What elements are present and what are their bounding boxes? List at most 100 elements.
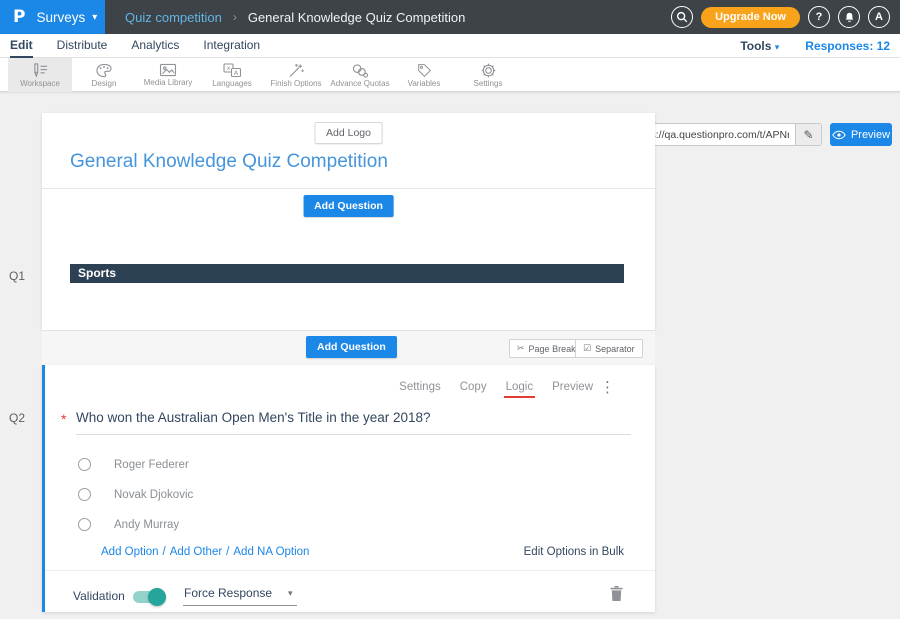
toolbar-item-label: Languages bbox=[212, 79, 252, 88]
toolbar-item-label: Workspace bbox=[20, 79, 60, 88]
separator-button[interactable]: ☑ Separator bbox=[575, 339, 643, 358]
eye-icon bbox=[832, 130, 846, 140]
answer-option-row[interactable]: Andy Murray bbox=[78, 518, 179, 531]
trash-icon bbox=[610, 586, 623, 601]
preview-label: Preview bbox=[851, 129, 890, 141]
help-button[interactable]: ? bbox=[808, 6, 830, 28]
tab-analytics[interactable]: Analytics bbox=[131, 34, 179, 58]
breadcrumb-parent-link[interactable]: Quiz competition bbox=[125, 10, 222, 25]
tag-icon bbox=[416, 63, 433, 78]
toggle-knob bbox=[148, 588, 166, 606]
bell-icon bbox=[843, 11, 856, 24]
toolbar-item-languages[interactable]: xA Languages bbox=[200, 58, 264, 92]
notifications-button[interactable] bbox=[838, 6, 860, 28]
add-na-option-link[interactable]: Add NA Option bbox=[233, 546, 309, 558]
validation-toggle[interactable] bbox=[133, 591, 164, 603]
image-icon bbox=[159, 63, 177, 77]
breadcrumb-separator-icon: › bbox=[233, 10, 237, 24]
add-option-link[interactable]: Add Option bbox=[101, 546, 159, 558]
edit-options-in-bulk-link[interactable]: Edit Options in Bulk bbox=[524, 546, 624, 558]
add-question-button-middle[interactable]: Add Question bbox=[306, 336, 397, 358]
breadcrumb: Quiz competition › General Knowledge Qui… bbox=[125, 0, 465, 34]
toolbar-item-label: Finish Options bbox=[270, 79, 321, 88]
question-number-q1: Q1 bbox=[9, 269, 25, 283]
header-actions: Upgrade Now ? A bbox=[671, 0, 890, 34]
survey-title[interactable]: General Knowledge Quiz Competition bbox=[70, 151, 388, 173]
account-avatar[interactable]: A bbox=[868, 6, 890, 28]
kebab-icon: ⋮ bbox=[600, 379, 615, 396]
svg-text:A: A bbox=[233, 68, 238, 76]
gear-icon bbox=[480, 63, 497, 78]
divider bbox=[42, 188, 655, 189]
delete-question-button[interactable] bbox=[610, 586, 623, 606]
add-other-link[interactable]: Add Other bbox=[170, 546, 222, 558]
chevron-down-icon: ▾ bbox=[92, 12, 97, 23]
question-logic-link[interactable]: Logic bbox=[506, 381, 534, 393]
tab-integration[interactable]: Integration bbox=[203, 34, 260, 58]
preview-button[interactable]: Preview bbox=[830, 123, 892, 146]
top-header-bar: P Surveys ▾ Quiz competition › General K… bbox=[0, 0, 900, 34]
force-response-label: Force Response bbox=[184, 586, 272, 600]
question-copy-link[interactable]: Copy bbox=[460, 381, 487, 393]
surveys-product-menu[interactable]: P Surveys ▾ bbox=[0, 0, 105, 34]
toolbar-item-variables[interactable]: Variables bbox=[392, 58, 456, 92]
answer-option-row[interactable]: Roger Federer bbox=[78, 458, 189, 471]
translate-icon: xA bbox=[223, 63, 242, 78]
tab-distribute[interactable]: Distribute bbox=[57, 34, 108, 58]
wand-icon bbox=[287, 63, 305, 78]
radio-button[interactable] bbox=[78, 458, 91, 471]
question-settings-link[interactable]: Settings bbox=[399, 381, 441, 393]
toolbar-item-advance-quotas[interactable]: Advance Quotas bbox=[328, 58, 392, 92]
option-label[interactable]: Andy Murray bbox=[114, 519, 179, 531]
question-more-menu-button[interactable]: ⋮ bbox=[600, 378, 615, 396]
radio-button[interactable] bbox=[78, 518, 91, 531]
tools-label: Tools bbox=[740, 39, 771, 53]
section-tabs: Edit Distribute Analytics Integration bbox=[10, 34, 260, 58]
avatar-initial: A bbox=[875, 11, 883, 23]
question-mark-icon: ? bbox=[816, 11, 823, 23]
section-nav-bar: Edit Distribute Analytics Integration To… bbox=[0, 34, 900, 58]
page-break-label: Page Break bbox=[529, 344, 576, 354]
required-asterisk: * bbox=[61, 411, 66, 427]
add-question-button-top[interactable]: Add Question bbox=[303, 195, 394, 217]
survey-header-card: Add Logo General Knowledge Quiz Competit… bbox=[42, 113, 655, 330]
question-menu: Settings Copy Logic Preview bbox=[399, 381, 593, 393]
upgrade-now-button[interactable]: Upgrade Now bbox=[701, 7, 800, 28]
answer-option-row[interactable]: Novak Djokovic bbox=[78, 488, 193, 501]
link-separator: / bbox=[163, 546, 166, 558]
question-text-underline bbox=[76, 434, 631, 435]
toolbar-item-settings[interactable]: Settings bbox=[456, 58, 520, 92]
toolbar-item-label: Settings bbox=[474, 79, 503, 88]
edit-url-button[interactable]: ✎ bbox=[795, 124, 821, 145]
tools-dropdown[interactable]: Tools ▾ bbox=[740, 39, 779, 53]
product-menu-label: Surveys bbox=[36, 10, 85, 25]
page-break-button[interactable]: ✂ Page Break bbox=[509, 339, 584, 358]
responses-count-link[interactable]: Responses: 12 bbox=[805, 39, 890, 53]
pencil-icon: ✎ bbox=[803, 128, 813, 142]
toolbar-item-label: Media Library bbox=[144, 78, 192, 87]
toolbar-item-finish-options[interactable]: Finish Options bbox=[264, 58, 328, 92]
toolbar-item-label: Advance Quotas bbox=[330, 79, 389, 88]
search-button[interactable] bbox=[671, 6, 693, 28]
question-number-q2: Q2 bbox=[9, 411, 25, 425]
editor-toolbar: Workspace Design Media Library xA Langua… bbox=[0, 58, 900, 92]
radio-button[interactable] bbox=[78, 488, 91, 501]
question-preview-link[interactable]: Preview bbox=[552, 381, 593, 393]
link-separator: / bbox=[226, 546, 229, 558]
breadcrumb-current-title: General Knowledge Quiz Competition bbox=[248, 10, 466, 25]
question-text[interactable]: Who won the Australian Open Men's Title … bbox=[76, 410, 431, 425]
search-icon bbox=[675, 10, 689, 24]
option-label[interactable]: Roger Federer bbox=[114, 459, 189, 471]
option-label[interactable]: Novak Djokovic bbox=[114, 489, 193, 501]
questionpro-logo-icon: P bbox=[13, 7, 25, 27]
workspace-icon bbox=[31, 63, 50, 78]
quota-icon bbox=[351, 63, 369, 78]
q1-section-header[interactable]: Sports bbox=[70, 264, 624, 283]
checkbox-checked-icon: ☑ bbox=[583, 343, 591, 354]
force-response-dropdown[interactable]: Force Response ▾ bbox=[183, 586, 297, 606]
tab-edit[interactable]: Edit bbox=[10, 34, 33, 58]
toolbar-item-design[interactable]: Design bbox=[72, 58, 136, 92]
add-logo-button[interactable]: Add Logo bbox=[314, 122, 383, 144]
toolbar-item-media-library[interactable]: Media Library bbox=[136, 58, 200, 92]
toolbar-item-workspace[interactable]: Workspace bbox=[8, 58, 72, 92]
